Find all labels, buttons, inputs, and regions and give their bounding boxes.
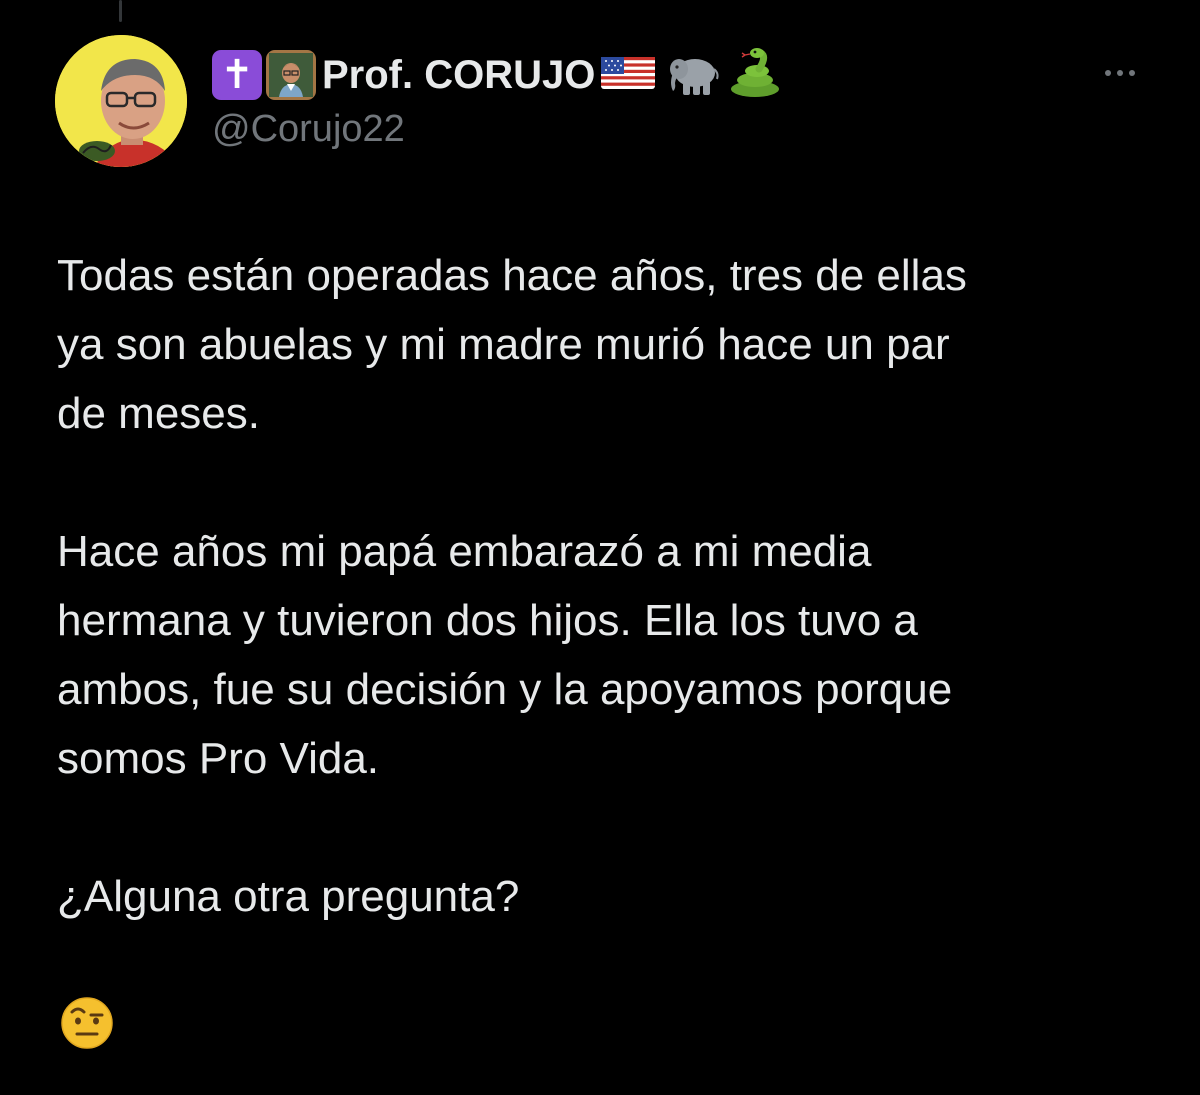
cross-icon: ✝ — [212, 50, 262, 100]
more-options-button[interactable] — [1092, 60, 1148, 86]
snake-icon — [727, 47, 783, 104]
more-dot-icon — [1129, 70, 1135, 76]
more-dot-icon — [1105, 70, 1111, 76]
tweet-paragraph: Hace años mi papá embarazó a mi media he… — [57, 527, 953, 783]
avatar-photo — [55, 35, 187, 167]
author-handle[interactable]: @Corujo22 — [212, 108, 405, 151]
elephant-icon — [665, 49, 721, 102]
more-dot-icon — [1117, 70, 1123, 76]
author-name-row[interactable]: ✝ Prof. CORUJO — [212, 47, 783, 104]
tweet-paragraph: ¿Alguna otra pregunta? — [57, 872, 520, 921]
thread-connector-line — [119, 0, 122, 22]
face-with-raised-eyebrow-icon — [60, 996, 114, 1050]
tweet-text: Todas están operadas hace años, tres de … — [57, 241, 1167, 931]
author-display-name[interactable]: Prof. CORUJO — [322, 53, 595, 98]
teacher-icon — [266, 50, 316, 100]
tweet-paragraph: Todas están operadas hace años, tres de … — [57, 251, 967, 438]
avatar[interactable] — [55, 35, 187, 167]
us-flag-icon — [601, 56, 656, 94]
